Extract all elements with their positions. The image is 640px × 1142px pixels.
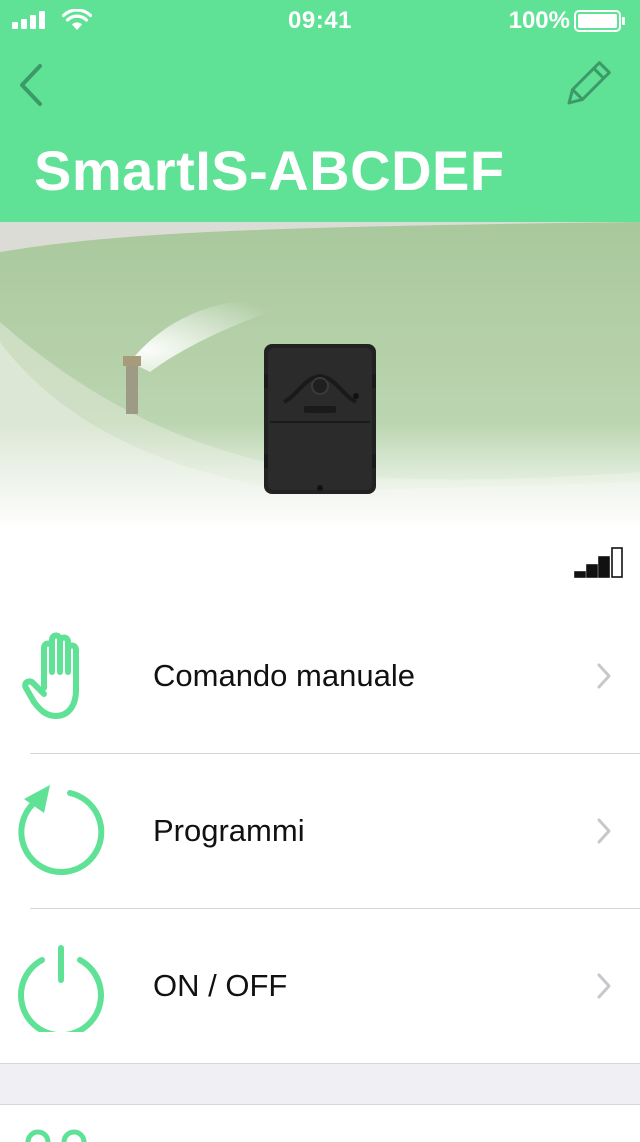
app-header: 09:41 100% SmartIS-ABCDEF (0, 0, 640, 222)
signal-bar (586, 564, 598, 578)
partial-icon (25, 1129, 87, 1142)
signal-strength-icon (574, 547, 623, 578)
chevron-left-icon (20, 64, 42, 106)
chevron-right-icon (597, 973, 611, 999)
chevron-right-icon (597, 663, 611, 689)
signal-bar (598, 556, 610, 578)
refresh-icon (18, 785, 105, 876)
edit-button[interactable] (560, 60, 612, 112)
signal-bar (611, 547, 623, 578)
page-title: SmartIS-ABCDEF (34, 139, 505, 202)
smartis-controller-image (264, 344, 376, 494)
menu-item-label: Comando manuale (153, 658, 415, 693)
status-bar: 09:41 100% (0, 0, 640, 40)
device-menu: Comando manuale Programmi ON / OFF (0, 598, 640, 1063)
battery-percentage: 100% (508, 7, 570, 34)
battery-icon (574, 10, 625, 32)
pencil-icon (567, 61, 611, 105)
device-hero-image (0, 222, 640, 530)
menu-item-programs[interactable]: Programmi (0, 753, 640, 908)
menu-item-on-off[interactable]: ON / OFF (0, 908, 640, 1063)
chevron-right-icon (597, 818, 611, 844)
power-icon (18, 945, 104, 1032)
section-separator (0, 1063, 640, 1105)
menu-item-label: ON / OFF (153, 968, 288, 1003)
menu-item-manual-command[interactable]: Comando manuale (0, 598, 640, 753)
hand-icon (22, 632, 79, 719)
menu-item-label: Programmi (153, 813, 305, 848)
signal-bar (574, 571, 586, 578)
back-button[interactable] (14, 60, 54, 110)
